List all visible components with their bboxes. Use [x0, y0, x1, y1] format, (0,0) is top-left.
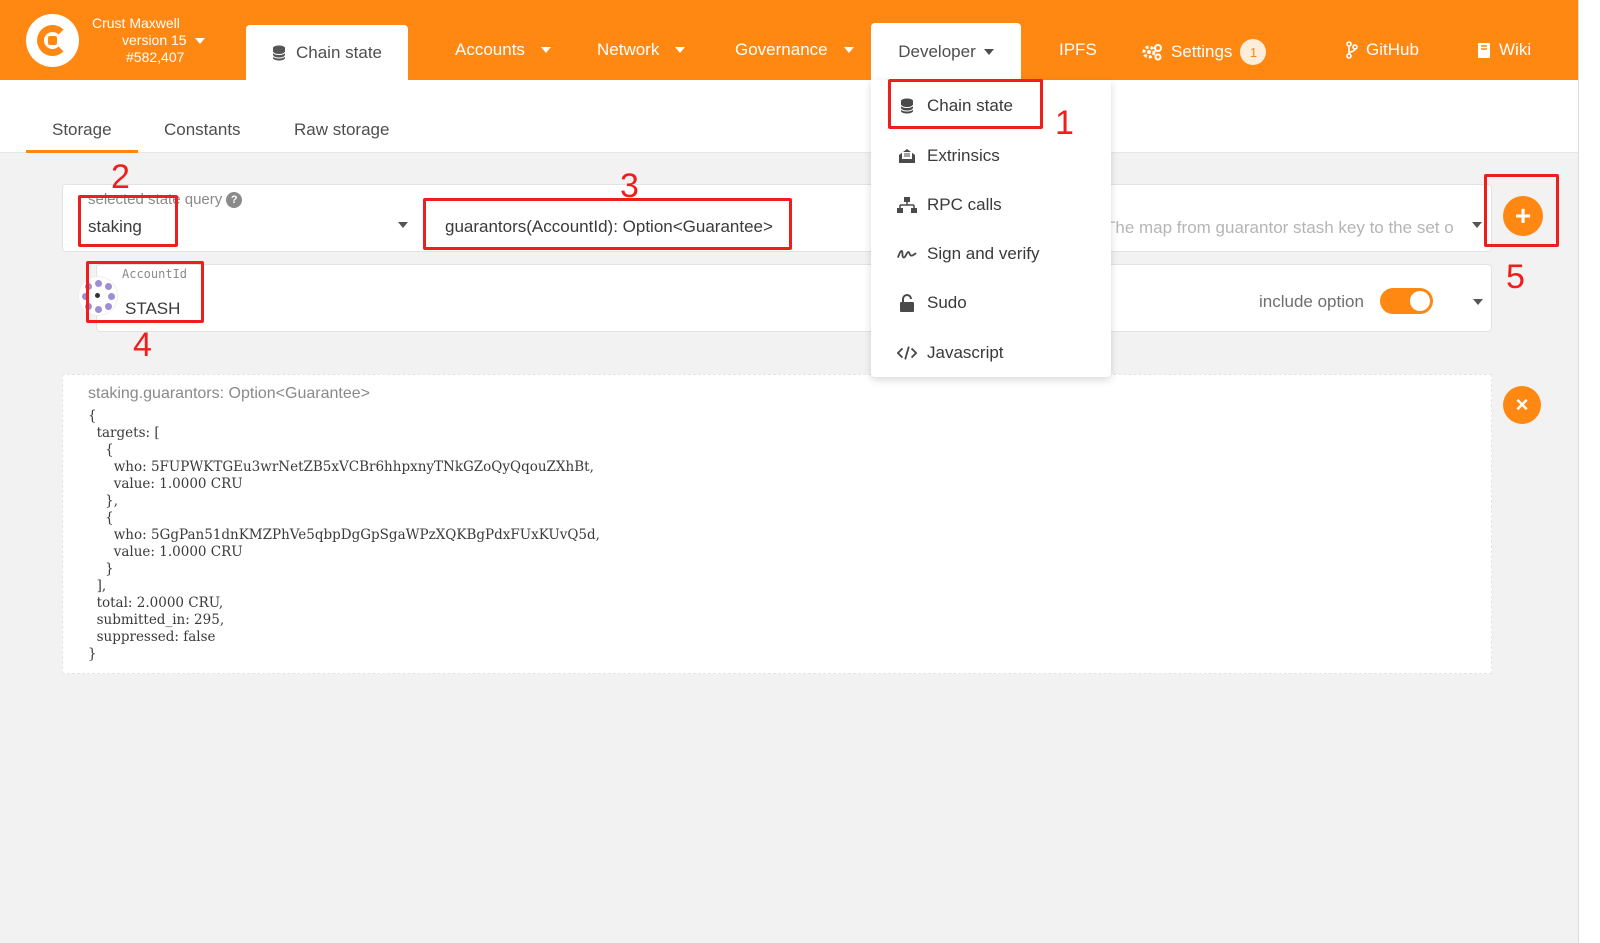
logo-dot: [48, 36, 57, 45]
chevron-down-icon: [540, 47, 551, 53]
chain-selector[interactable]: Crust Maxwell version 15 #582,407: [92, 15, 205, 66]
menu-github[interactable]: GitHub: [1346, 40, 1419, 60]
menu-accounts-label: Accounts: [455, 40, 525, 59]
dropdown-item-rpc-calls[interactable]: RPC calls: [897, 195, 1002, 215]
tab-chain-state[interactable]: Chain state: [246, 25, 408, 80]
chevron-down-icon: [983, 48, 994, 55]
chain-version: version 15: [122, 32, 187, 48]
menu-settings-label: Settings: [1171, 42, 1233, 61]
dropdown-item-label: Javascript: [927, 343, 1004, 362]
annotation-box-2: [78, 195, 178, 247]
sub-tab-bar: [0, 80, 1578, 153]
annotation-box-1: [888, 79, 1043, 129]
method-description: The map from guarantor stash key to the …: [1105, 218, 1453, 237]
chevron-down-icon: [675, 47, 686, 53]
chevron-down-icon[interactable]: [1472, 222, 1482, 228]
gears-icon: [1142, 44, 1162, 61]
network-icon: [897, 197, 917, 213]
menu-wiki[interactable]: Wiki: [1477, 40, 1531, 60]
annotation-number-3: 3: [620, 167, 639, 205]
menu-ipfs-label: IPFS: [1059, 40, 1097, 59]
annotation-box-5: [1484, 174, 1559, 247]
branch-icon: [1346, 41, 1358, 59]
help-icon[interactable]: ?: [226, 192, 243, 209]
close-result-button[interactable]: ×: [1503, 386, 1541, 424]
signature-icon: [897, 247, 917, 261]
menu-network[interactable]: Network: [597, 40, 686, 60]
database-icon: [272, 45, 286, 60]
code-icon: [897, 345, 917, 361]
chevron-down-icon[interactable]: [1473, 299, 1483, 305]
dropdown-item-sign-verify[interactable]: Sign and verify: [897, 244, 1039, 264]
menu-github-label: GitHub: [1366, 40, 1419, 59]
menu-wiki-label: Wiki: [1499, 40, 1532, 59]
window-edge: [1578, 0, 1600, 943]
menu-network-label: Network: [597, 40, 660, 59]
annotation-number-4: 4: [133, 326, 152, 364]
result-title: staking.guarantors: Option<Guarantee>: [88, 385, 370, 402]
block-number: #582,407: [126, 49, 185, 65]
menu-settings[interactable]: Settings 1: [1141, 39, 1267, 65]
book-icon: [1478, 42, 1490, 58]
subtab-storage[interactable]: Storage: [52, 120, 112, 140]
menu-governance[interactable]: Governance: [735, 40, 854, 60]
tab-chain-state-label: Chain state: [296, 42, 382, 62]
include-option-label: include option: [1259, 292, 1364, 311]
annotation-box-3: [423, 198, 792, 250]
annotation-box-4: [86, 261, 204, 323]
unlock-icon: [897, 294, 917, 312]
menu-ipfs[interactable]: IPFS: [1059, 40, 1097, 60]
dropdown-item-label: Extrinsics: [927, 146, 1000, 165]
result-body: { targets: [ { who: 5FUPWKTGEu3wrNetZB5x…: [88, 408, 600, 662]
subtab-constants[interactable]: Constants: [164, 120, 241, 140]
chevron-down-icon: [194, 38, 205, 45]
chevron-down-icon: [843, 47, 854, 53]
menu-developer-label: Developer: [898, 41, 976, 61]
annotation-number-5: 5: [1506, 258, 1525, 296]
include-option-toggle[interactable]: [1380, 288, 1433, 314]
menu-accounts[interactable]: Accounts: [455, 40, 551, 60]
annotation-number-1: 1: [1055, 104, 1074, 142]
chevron-down-icon[interactable]: [398, 222, 408, 228]
envelope-open-icon: [897, 148, 917, 164]
dropdown-item-label: Sign and verify: [927, 244, 1040, 263]
subtab-raw-storage[interactable]: Raw storage: [294, 120, 389, 140]
dropdown-item-label: RPC calls: [927, 195, 1002, 214]
dropdown-item-sudo[interactable]: Sudo: [897, 293, 967, 313]
menu-governance-label: Governance: [735, 40, 828, 59]
toggle-knob: [1410, 291, 1430, 311]
chain-name: Crust Maxwell: [92, 15, 180, 31]
active-subtab-indicator: [26, 150, 138, 153]
dropdown-item-extrinsics[interactable]: Extrinsics: [897, 146, 1000, 166]
dropdown-item-label: Sudo: [927, 293, 967, 312]
menu-developer[interactable]: Developer: [871, 23, 1021, 80]
annotation-number-2: 2: [111, 158, 130, 196]
crust-logo-icon[interactable]: [26, 14, 79, 67]
dropdown-item-javascript[interactable]: Javascript: [897, 343, 1004, 363]
settings-badge: 1: [1240, 39, 1267, 65]
